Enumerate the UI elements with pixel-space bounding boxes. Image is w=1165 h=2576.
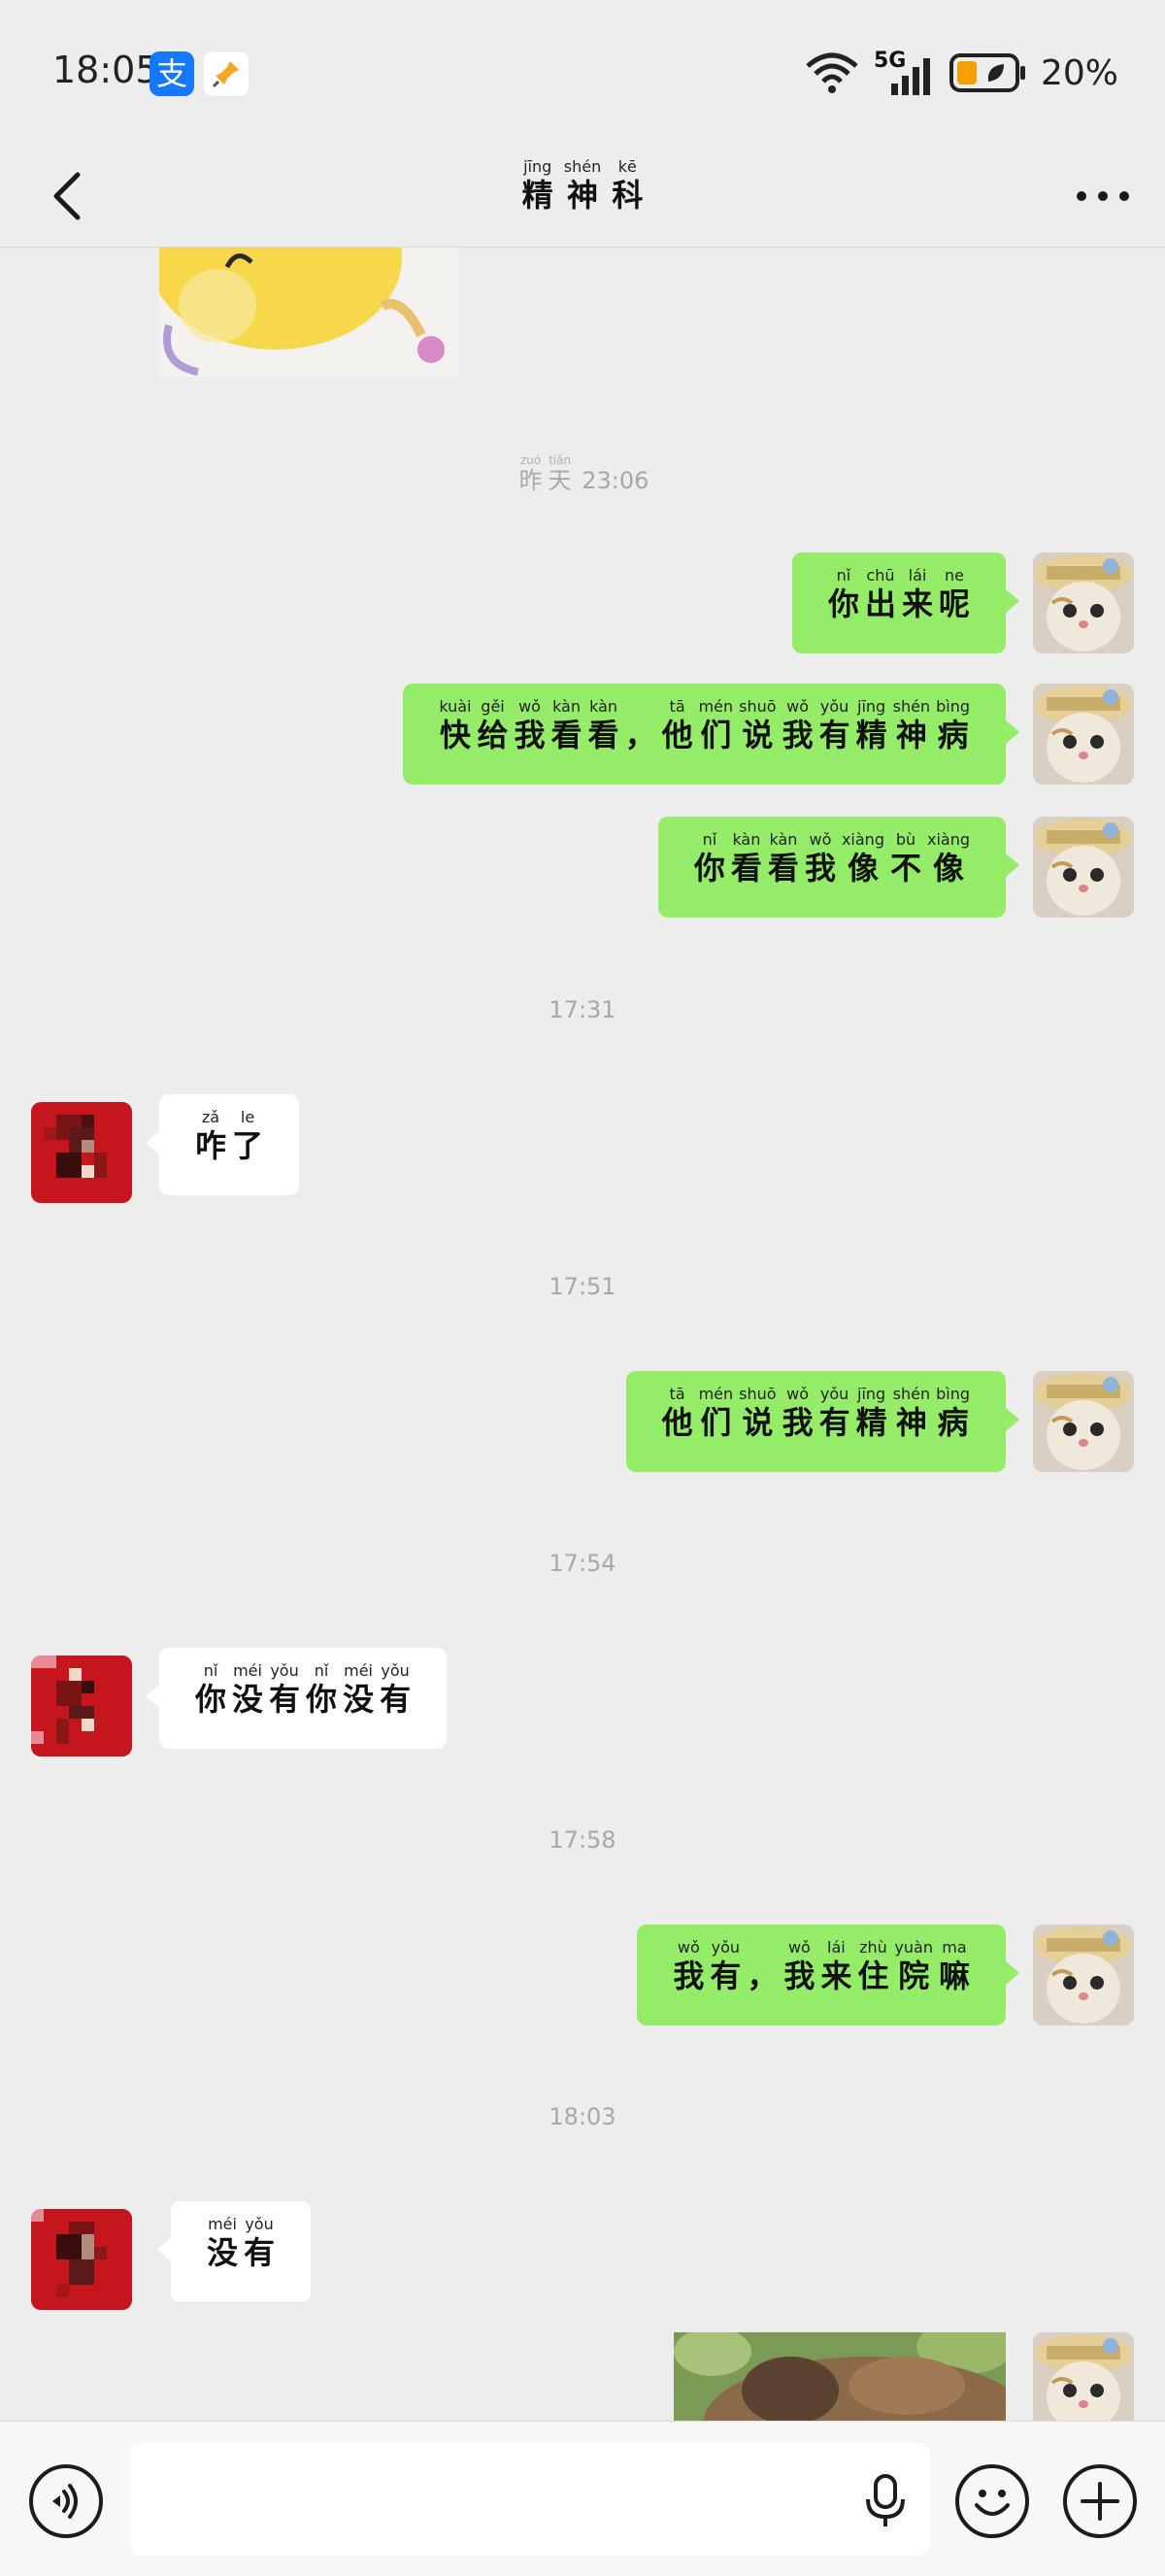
signal-icon: 5G bbox=[874, 49, 936, 95]
message-input[interactable] bbox=[130, 2443, 930, 2556]
contact-message-bubble[interactable]: zǎ 咋 le 了 bbox=[145, 1094, 300, 1195]
status-right: 5G 20% bbox=[804, 49, 1118, 97]
contact-avatar[interactable] bbox=[31, 1656, 132, 1756]
timestamp: 17:54 bbox=[549, 1550, 616, 1577]
voice-icon bbox=[52, 2484, 78, 2519]
chat-header: jīng 精 shén 神 kē 科 bbox=[0, 146, 1165, 248]
emoji-icon bbox=[975, 2490, 1010, 2516]
contact-message-bubble[interactable]: méi 没 yǒu 有 bbox=[156, 2201, 312, 2302]
pin-app-icon bbox=[204, 51, 249, 96]
timestamp: 18:03 bbox=[549, 2103, 616, 2130]
microphone-icon[interactable] bbox=[862, 2472, 909, 2530]
contact-avatar[interactable] bbox=[31, 2209, 132, 2310]
my-avatar[interactable] bbox=[1033, 2332, 1134, 2421]
battery-icon bbox=[949, 53, 1025, 92]
battery-percent: 20% bbox=[1040, 52, 1118, 93]
my-message-bubble[interactable]: nǐ 你 kàn 看 kàn 看 wǒ 我 xiàng 像 bù 不 xiàng 像 bbox=[657, 817, 1020, 918]
voice-button[interactable] bbox=[29, 2464, 103, 2538]
status-bar: 18:05 支 5G 20% bbox=[0, 0, 1165, 146]
title-char: kē 科 bbox=[612, 157, 644, 214]
my-message-bubble[interactable]: kuài 快 gěi 给 wǒ 我 kàn 看 kàn 看， tā 他 mén 们 shuō 说 wǒ 我 yǒu 有… bbox=[403, 684, 1019, 785]
my-message-bubble[interactable]: tā 他 mén 们 shuō 说 wǒ 我 yǒu 有 jīng 精 shén 神 bìng 病 bbox=[625, 1371, 1020, 1472]
contact-message-bubble[interactable]: nǐ 你 méi 没 yǒu 有 nǐ 你 méi 没 yǒu 有 bbox=[145, 1648, 448, 1749]
emoji-button[interactable] bbox=[955, 2464, 1029, 2538]
chat-title: jīng 精 shén 神 kē 科 bbox=[0, 157, 1165, 214]
status-time: 18:05 bbox=[52, 49, 159, 91]
more-dots-icon[interactable] bbox=[1064, 163, 1142, 229]
timestamp: 17:31 bbox=[549, 996, 616, 1023]
chat-messages[interactable]: zuó 昨 tiān 天 23:06 nǐ 你 chū 出 lái 来 ne 呢 kuài 快 gěi 给… bbox=[0, 248, 1165, 2421]
photo-message[interactable] bbox=[674, 2332, 1006, 2421]
sticker-image[interactable] bbox=[159, 248, 458, 377]
my-avatar[interactable] bbox=[1033, 817, 1134, 918]
alipay-icon: 支 bbox=[150, 51, 194, 96]
timestamp: 17:51 bbox=[549, 1273, 616, 1300]
my-avatar[interactable] bbox=[1033, 552, 1134, 653]
my-message-bubble[interactable]: nǐ 你 chū 出 lái 来 ne 呢 bbox=[791, 552, 1020, 653]
timestamp-time: 23:06 bbox=[582, 467, 649, 494]
timestamp: 17:58 bbox=[549, 1826, 616, 1854]
contact-avatar[interactable] bbox=[31, 1102, 132, 1203]
my-message-bubble[interactable]: wǒ 我 yǒu 有， wǒ 我 lái 来 zhù 住 yuàn 院 ma 嘛 bbox=[637, 1924, 1019, 2025]
my-avatar[interactable] bbox=[1033, 1371, 1134, 1472]
title-char: shén 神 bbox=[563, 157, 602, 214]
my-avatar[interactable] bbox=[1033, 1924, 1134, 2025]
timestamp: zuó 昨 tiān 天 23:06 bbox=[518, 453, 649, 494]
title-char: jīng 精 bbox=[521, 157, 553, 214]
plus-icon bbox=[1081, 2482, 1119, 2521]
input-bar bbox=[0, 2421, 1165, 2576]
plus-button[interactable] bbox=[1063, 2464, 1137, 2538]
my-avatar[interactable] bbox=[1033, 684, 1134, 785]
wifi-icon bbox=[806, 52, 858, 93]
